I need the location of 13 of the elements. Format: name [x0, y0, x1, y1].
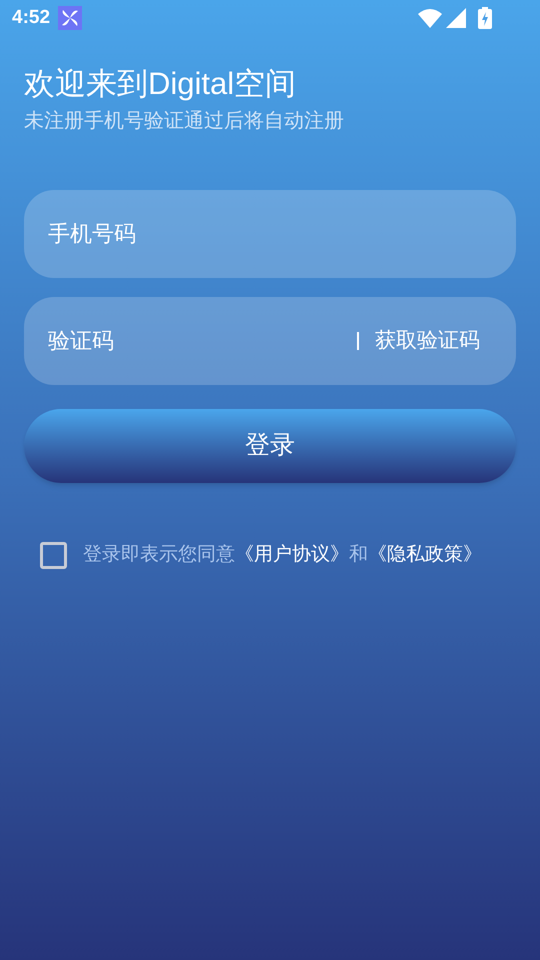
status-time: 4:52 [12, 6, 50, 30]
battery-icon [478, 7, 492, 29]
signal-icon [446, 8, 466, 28]
pinwheel-icon [58, 6, 82, 30]
welcome-title: 欢迎来到Digital空间 [24, 65, 298, 103]
user-agreement-link[interactable]: 《用户协议》 [235, 544, 349, 565]
welcome-subtitle: 未注册手机号验证通过后将自动注册 [24, 109, 345, 134]
privacy-policy-link[interactable]: 《隐私政策》 [368, 544, 482, 565]
get-code-button[interactable]: 获取验证码 [375, 325, 480, 357]
agreement-text: 登录即表示您同意《用户协议》和《隐私政策》 [83, 543, 482, 567]
wifi-icon [418, 8, 442, 28]
login-button[interactable]: 登录 [24, 409, 516, 483]
agreement-checkbox[interactable] [40, 542, 67, 569]
